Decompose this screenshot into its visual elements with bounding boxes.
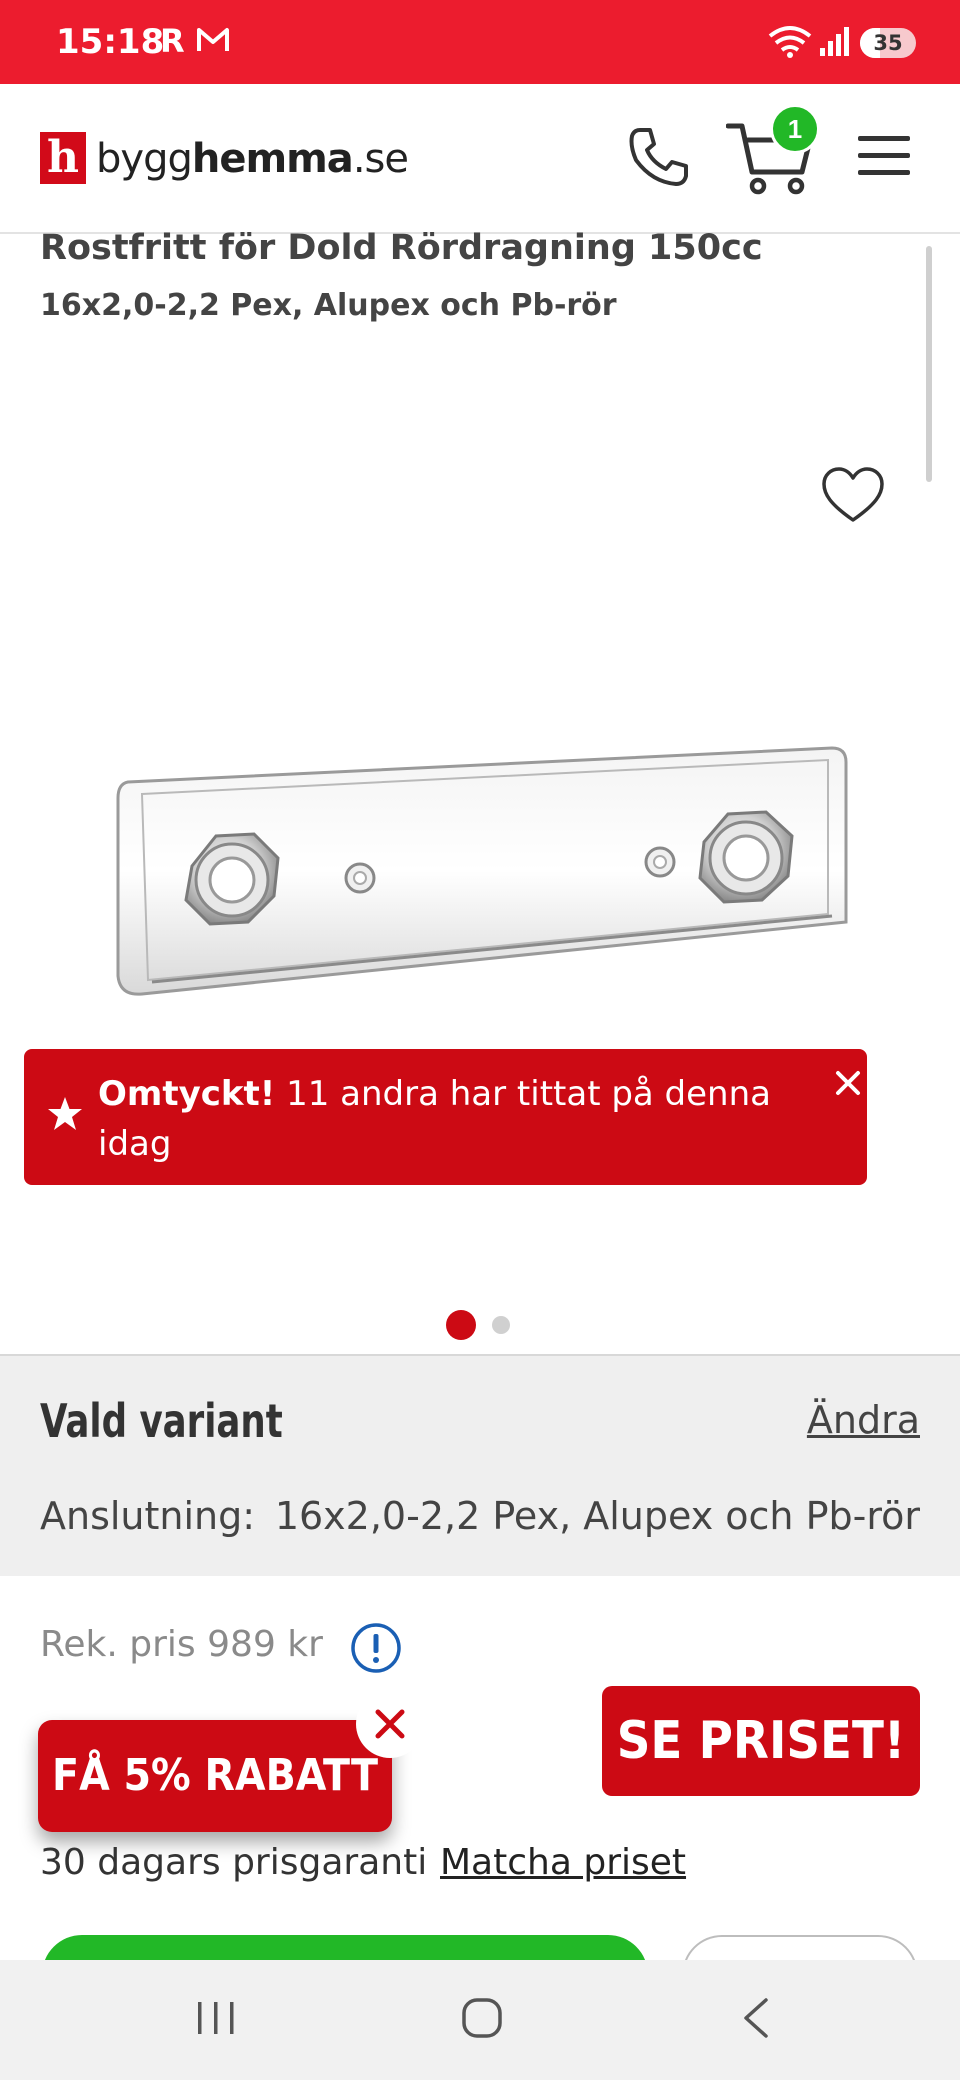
battery-percent: 35 — [873, 31, 903, 55]
carousel-dot-active[interactable] — [446, 1310, 476, 1340]
star-icon — [48, 1097, 82, 1130]
close-icon — [375, 1709, 405, 1739]
variant-label: Anslutning: — [40, 1494, 256, 1538]
site-header: h bygghemma.se 1 — [0, 84, 960, 234]
product-subtitle: 16x2,0-2,2 Pex, Alupex och Pb-rör — [40, 288, 617, 323]
recent-apps-icon[interactable] — [194, 1996, 238, 2040]
carrier-glyph: R — [160, 22, 185, 60]
banner-text: Omtyckt! 11 andra har tittat på denna id… — [98, 1069, 778, 1169]
carousel-dot[interactable] — [492, 1316, 510, 1334]
logo-suffix: .se — [352, 136, 409, 182]
status-time: 15:18 — [56, 22, 165, 62]
variant-value: 16x2,0-2,2 Pex, Alupex och Pb-rör — [274, 1494, 920, 1538]
phone-icon[interactable] — [626, 124, 692, 190]
logo-mark[interactable]: h — [40, 132, 86, 184]
cart-count-badge[interactable]: 1 — [770, 104, 820, 154]
info-icon[interactable] — [350, 1622, 402, 1674]
battery-icon: 35 — [860, 28, 916, 58]
logo-letter: h — [47, 132, 79, 183]
logo-bold: hemma — [191, 136, 354, 182]
discount-button[interactable]: FÅ 5% RABATT — [38, 1720, 392, 1832]
recommended-price: Rek. pris 989 kr — [40, 1624, 323, 1665]
selected-variant-section: Vald variant Ändra Anslutning: 16x2,0-2,… — [0, 1354, 960, 1576]
wifi-icon — [768, 26, 812, 58]
mail-icon — [197, 28, 229, 51]
banner-close-icon[interactable] — [830, 1065, 866, 1101]
logo-wordmark[interactable]: bygghemma.se — [96, 136, 409, 182]
change-variant-link[interactable]: Ändra — [807, 1398, 920, 1442]
see-price-button[interactable]: SE PRISET! — [602, 1686, 920, 1796]
match-price-link[interactable]: Matcha priset — [440, 1842, 686, 1883]
system-nav-bar — [0, 1960, 960, 2080]
banner-bold: Omtyckt! — [98, 1074, 276, 1114]
menu-icon[interactable] — [856, 132, 912, 180]
favorite-heart-icon[interactable] — [820, 466, 886, 526]
logo-light: bygg — [96, 136, 193, 182]
scrollbar-thumb[interactable] — [926, 246, 932, 482]
product-image[interactable] — [112, 736, 852, 1006]
status-bar: 15:18 R 35 — [0, 0, 960, 84]
popular-banner: Omtyckt! 11 andra har tittat på denna id… — [24, 1049, 867, 1185]
variant-heading: Vald variant — [40, 1394, 283, 1448]
discount-close-button[interactable] — [356, 1690, 424, 1758]
product-title: Rostfritt för Dold Rördragning 150cc — [40, 228, 763, 268]
price-guarantee: 30 dagars prisgaranti — [40, 1842, 428, 1883]
home-icon[interactable] — [460, 1996, 504, 2040]
back-icon[interactable] — [738, 1996, 772, 2040]
carousel-dots — [446, 1310, 516, 1342]
signal-icon — [820, 27, 849, 56]
